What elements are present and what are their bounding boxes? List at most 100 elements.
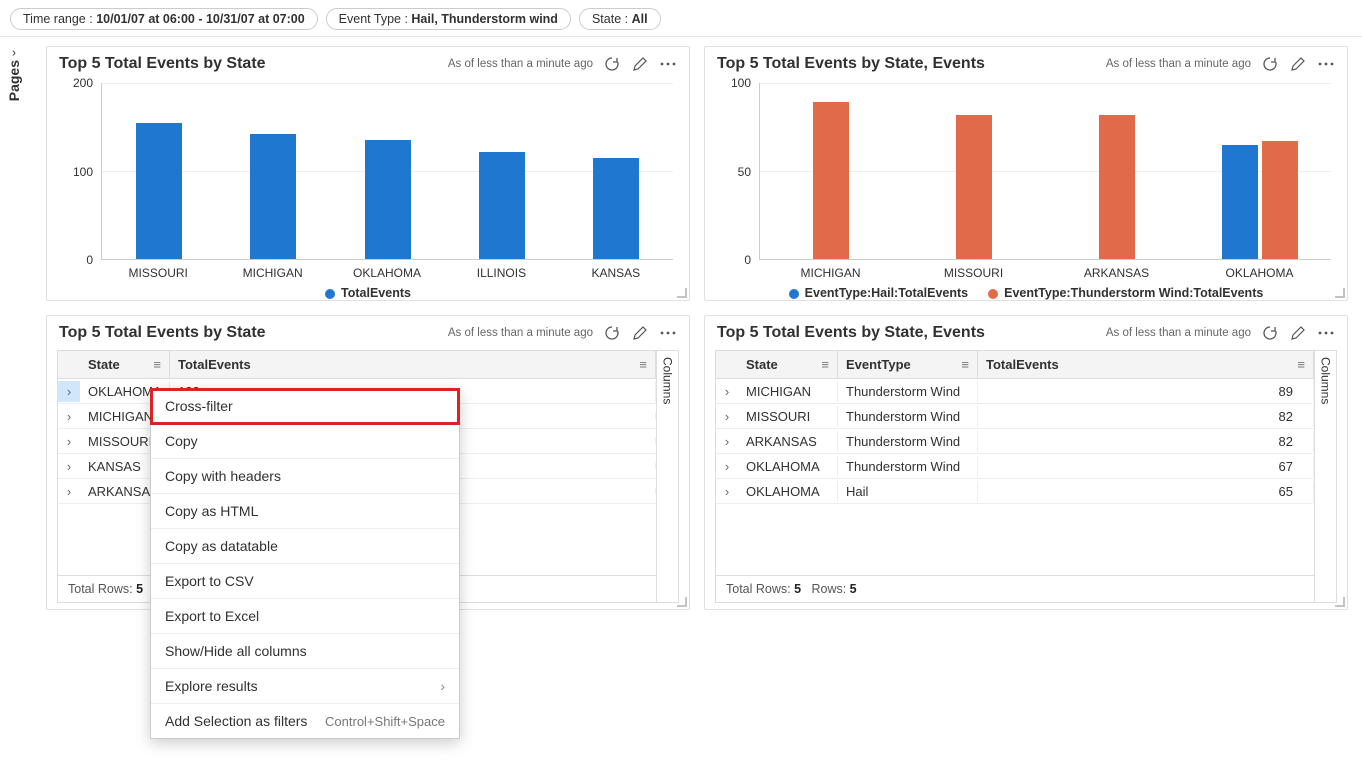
tile-header: Top 5 Total Events by State As of less t… <box>47 316 689 346</box>
pages-label: Pages <box>6 60 22 101</box>
column-menu-icon[interactable]: ≡ <box>1297 357 1305 372</box>
filter-value: Hail, Thunderstorm wind <box>411 12 558 26</box>
edit-icon[interactable] <box>1289 324 1307 342</box>
expand-icon[interactable]: › <box>58 456 80 477</box>
resize-handle[interactable] <box>677 597 687 607</box>
expand-icon[interactable]: › <box>716 481 738 502</box>
plot[interactable] <box>759 83 1331 260</box>
bar[interactable] <box>813 102 849 259</box>
column-header-totalevents[interactable]: TotalEvents ≡ <box>978 351 1314 378</box>
plot[interactable] <box>101 83 673 260</box>
context-menu-item[interactable]: Export to Excel <box>151 599 459 634</box>
column-header-state[interactable]: State≡ <box>80 351 170 378</box>
context-menu-item[interactable]: Add Selection as filtersControl+Shift+Sp… <box>151 704 459 738</box>
bar[interactable] <box>136 123 182 259</box>
column-menu-icon[interactable]: ≡ <box>153 357 161 372</box>
table-row[interactable]: › MICHIGAN Thunderstorm Wind 89 <box>716 379 1314 404</box>
refresh-icon[interactable] <box>603 55 621 73</box>
column-menu-icon[interactable]: ≡ <box>639 357 647 372</box>
filter-time-range[interactable]: Time range : 10/01/07 at 06:00 - 10/31/0… <box>10 8 318 30</box>
filter-event-type[interactable]: Event Type : Hail, Thunderstorm wind <box>326 8 571 30</box>
total-rows-value: 5 <box>136 582 143 596</box>
legend-dot-icon <box>789 289 799 299</box>
refresh-icon[interactable] <box>1261 55 1279 73</box>
context-menu-item[interactable]: Export to CSV <box>151 564 459 599</box>
more-icon[interactable] <box>1317 55 1335 73</box>
columns-panel-toggle[interactable]: Columns <box>656 351 678 602</box>
legend-item[interactable]: EventType:Hail:TotalEvents <box>789 286 968 300</box>
context-menu-item[interactable]: Explore results› <box>151 669 459 704</box>
tile-header: Top 5 Total Events by State As of less t… <box>47 47 689 77</box>
table-row[interactable]: › OKLAHOMA Hail 65 <box>716 479 1314 504</box>
column-menu-icon[interactable]: ≡ <box>961 357 969 372</box>
bar[interactable] <box>593 158 639 259</box>
resize-handle[interactable] <box>1335 288 1345 298</box>
column-label: TotalEvents <box>986 357 1059 372</box>
column-header-totalevents[interactable]: TotalEvents≡ <box>170 351 656 378</box>
pages-panel-toggle[interactable]: Pages › <box>4 40 24 111</box>
edit-icon[interactable] <box>1289 55 1307 73</box>
menu-item-label: Export to Excel <box>165 608 259 624</box>
expand-icon[interactable]: › <box>58 481 80 502</box>
resize-handle[interactable] <box>677 288 687 298</box>
more-icon[interactable] <box>659 55 677 73</box>
bar[interactable] <box>1262 141 1298 259</box>
menu-item-label: Cross-filter <box>165 398 233 414</box>
table-row[interactable]: › MISSOURI Thunderstorm Wind 82 <box>716 404 1314 429</box>
refresh-icon[interactable] <box>1261 324 1279 342</box>
expand-column <box>58 351 80 378</box>
resize-handle[interactable] <box>1335 597 1345 607</box>
filter-state[interactable]: State : All <box>579 8 661 30</box>
expand-icon[interactable]: › <box>716 456 738 477</box>
menu-item-label: Explore results <box>165 678 258 694</box>
column-header-state[interactable]: State≡ <box>738 351 838 378</box>
bar[interactable] <box>250 134 296 259</box>
more-icon[interactable] <box>659 324 677 342</box>
rows-value: 5 <box>850 582 857 596</box>
bar[interactable] <box>1099 115 1135 259</box>
expand-icon[interactable]: › <box>716 406 738 427</box>
context-menu: Cross-filterCopyCopy with headersCopy as… <box>150 388 460 739</box>
column-header-eventtype[interactable]: EventType≡ <box>838 351 978 378</box>
menu-item-label: Copy as datatable <box>165 538 278 554</box>
table-row[interactable]: › OKLAHOMA Thunderstorm Wind 67 <box>716 454 1314 479</box>
tile-actions: As of less than a minute ago <box>1106 324 1335 342</box>
table-row[interactable]: › ARKANSAS Thunderstorm Wind 82 <box>716 429 1314 454</box>
menu-item-label: Add Selection as filters <box>165 713 307 729</box>
refresh-icon[interactable] <box>603 324 621 342</box>
expand-icon[interactable]: › <box>58 381 80 402</box>
edit-icon[interactable] <box>631 55 649 73</box>
cell-total: 65 <box>978 481 1314 502</box>
legend-item[interactable]: TotalEvents <box>325 286 411 300</box>
more-icon[interactable] <box>1317 324 1335 342</box>
context-menu-item[interactable]: Copy with headers <box>151 459 459 494</box>
context-menu-item[interactable]: Copy as datatable <box>151 529 459 564</box>
filter-label: Event Type : <box>339 12 412 26</box>
context-menu-item[interactable]: Copy <box>151 424 459 459</box>
bar[interactable] <box>365 140 411 259</box>
column-menu-icon[interactable]: ≡ <box>821 357 829 372</box>
tile-title: Top 5 Total Events by State, Events <box>717 55 985 73</box>
tile-chart-top5-by-state-events: Top 5 Total Events by State, Events As o… <box>704 46 1348 301</box>
expand-icon[interactable]: › <box>716 381 738 402</box>
cell-state: MICHIGAN <box>738 381 838 402</box>
table-header: State≡ EventType≡ TotalEvents ≡ <box>716 351 1314 379</box>
edit-icon[interactable] <box>631 324 649 342</box>
table-body: › MICHIGAN Thunderstorm Wind 89 › MISSOU… <box>716 379 1314 575</box>
expand-icon[interactable]: › <box>716 431 738 452</box>
context-menu-item[interactable]: Show/Hide all columns <box>151 634 459 669</box>
cell-state: ARKANSAS <box>738 431 838 452</box>
x-label: OKLAHOMA <box>1188 266 1331 280</box>
expand-icon[interactable]: › <box>58 431 80 452</box>
filter-label: State : <box>592 12 632 26</box>
context-menu-item[interactable]: Copy as HTML <box>151 494 459 529</box>
columns-panel-toggle[interactable]: Columns <box>1314 351 1336 602</box>
expand-icon[interactable]: › <box>58 406 80 427</box>
bar[interactable] <box>956 115 992 259</box>
legend-item[interactable]: EventType:Thunderstorm Wind:TotalEvents <box>988 286 1263 300</box>
cell-total: 89 <box>978 381 1314 402</box>
context-menu-item[interactable]: Cross-filter <box>151 389 459 424</box>
x-label: ILLINOIS <box>444 266 558 280</box>
bar[interactable] <box>1222 145 1258 259</box>
bar[interactable] <box>479 152 525 259</box>
